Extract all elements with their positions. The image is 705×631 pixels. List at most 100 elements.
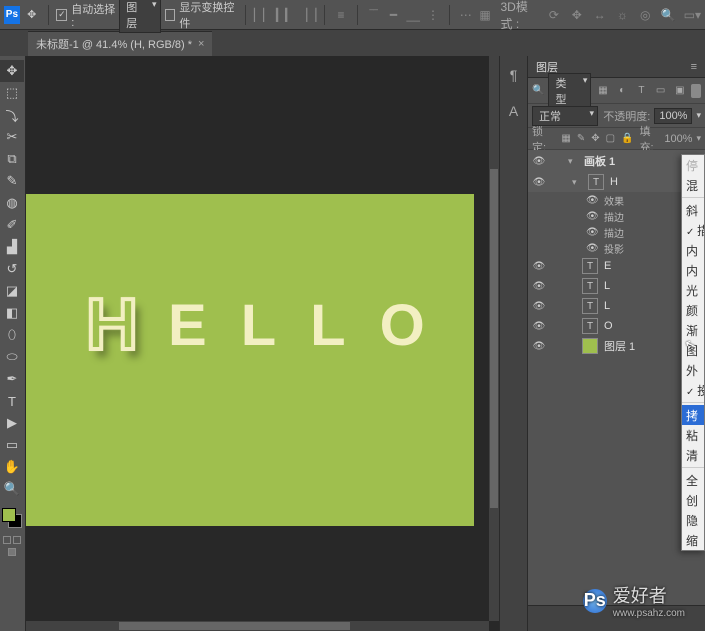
layer-l1[interactable]: 👁 T L	[528, 276, 705, 296]
letter-o[interactable]: O	[380, 292, 429, 359]
blur-tool[interactable]: ⬯	[0, 324, 24, 346]
ctx-item[interactable]: 拷	[682, 405, 704, 425]
eyedropper-tool[interactable]: ✎	[0, 170, 24, 192]
camera-icon[interactable]: ◎	[638, 6, 653, 24]
ctx-item[interactable]: 清	[682, 445, 704, 465]
quick-select-tool[interactable]: ✂	[0, 126, 24, 148]
ctx-item[interactable]: 内	[682, 260, 704, 280]
screen-mode[interactable]	[0, 548, 24, 556]
lock-all-icon[interactable]: 🔒	[621, 133, 633, 144]
ctx-item[interactable]: 斜	[682, 200, 704, 220]
filter-pixel-icon[interactable]: ▦	[595, 83, 610, 99]
letter-l1[interactable]: L	[241, 292, 280, 359]
visibility-icon[interactable]: 👁	[532, 301, 546, 312]
scrollbar-vertical[interactable]	[489, 56, 499, 621]
visibility-icon[interactable]: 👁	[532, 156, 546, 167]
visibility-icon[interactable]: 👁	[532, 341, 546, 352]
orbit-icon[interactable]: ⟳	[546, 6, 561, 24]
ctx-item[interactable]: 缩	[682, 530, 704, 550]
brush-tool[interactable]: ✐	[0, 214, 24, 236]
ctx-item[interactable]: 投	[682, 380, 704, 400]
panel-menu-icon[interactable]: ≡	[691, 61, 697, 73]
fg-color-swatch[interactable]	[2, 508, 16, 522]
filter-type-icon[interactable]: T	[634, 83, 649, 99]
align-top-icon[interactable]: ‾‾	[366, 6, 382, 24]
filter-adjust-icon[interactable]: ◐	[615, 83, 630, 99]
ctx-item[interactable]: 描	[682, 220, 704, 240]
ctx-item[interactable]: 全	[682, 470, 704, 490]
paragraph-panel-icon[interactable]: ¶	[505, 66, 523, 84]
opacity-value[interactable]: 100%	[654, 108, 692, 124]
letter-e[interactable]: E	[168, 292, 211, 359]
filter-toggle[interactable]	[691, 84, 701, 98]
ctx-item[interactable]: 创	[682, 490, 704, 510]
ctx-item[interactable]: 内	[682, 240, 704, 260]
layer-e[interactable]: 👁 T E	[528, 256, 705, 276]
more-icon[interactable]: ⋯	[458, 6, 474, 24]
eraser-tool[interactable]: ◪	[0, 280, 24, 302]
light-icon[interactable]: ☼	[615, 6, 630, 24]
pen-tool[interactable]: ✒	[0, 368, 24, 390]
layer-o[interactable]: 👁 T O	[528, 316, 705, 336]
color-swatches[interactable]	[0, 506, 25, 532]
lock-artboard-icon[interactable]: ▢	[606, 133, 615, 144]
align-vcenter-icon[interactable]: ━	[386, 6, 402, 24]
zoom-tool[interactable]: 🔍	[0, 478, 24, 500]
align-hcenter-icon[interactable]: ▎▎	[276, 6, 294, 24]
artboard-layer[interactable]: 👁 ▾ 画板 1	[528, 150, 705, 172]
fill-value[interactable]: 100%	[664, 133, 692, 145]
ctx-item[interactable]: 光	[682, 280, 704, 300]
filter-shape-icon[interactable]: ▭	[653, 83, 668, 99]
filter-smart-icon[interactable]: ▣	[672, 83, 687, 99]
visibility-icon[interactable]: 👁	[532, 321, 546, 332]
align-right-icon[interactable]: ▕▕	[298, 6, 316, 24]
ctx-item[interactable]: 外	[682, 360, 704, 380]
visibility-icon[interactable]: 👁	[532, 281, 546, 292]
mask-mode[interactable]	[0, 536, 24, 544]
ctx-item[interactable]: 颜	[682, 300, 704, 320]
gradient-tool[interactable]: ◧	[0, 302, 24, 324]
align-bottom-icon[interactable]: __	[405, 6, 421, 24]
ctx-item[interactable]: 渐	[682, 320, 704, 340]
auto-select-checkbox[interactable]: ✓	[56, 9, 67, 21]
hand-tool[interactable]: ✋	[0, 456, 24, 478]
dist-v-icon[interactable]: ⋮	[425, 6, 441, 24]
artboard[interactable]: H E L L O	[26, 194, 474, 526]
letter-h[interactable]: H	[86, 284, 138, 366]
move-tool-icon[interactable]: ✥	[24, 6, 40, 24]
letter-l2[interactable]: L	[310, 292, 349, 359]
visibility-icon[interactable]: 👁	[532, 261, 546, 272]
crop-tool[interactable]: ⧉	[0, 148, 24, 170]
layer-h[interactable]: 👁 ▾ T H fx ▾	[528, 172, 705, 192]
marquee-tool[interactable]: ⬚	[0, 82, 24, 104]
slide-icon[interactable]: ↔	[592, 6, 607, 24]
move-tool[interactable]: ✥	[0, 60, 24, 82]
shape-tool[interactable]: ▭	[0, 434, 24, 456]
lock-pos-icon[interactable]: ✥	[591, 133, 599, 144]
filter-type-dropdown[interactable]: 类型	[548, 73, 591, 109]
blend-mode-dropdown[interactable]: 正常	[532, 106, 598, 126]
pan-icon[interactable]: ✥	[569, 6, 584, 24]
dist-h-icon[interactable]: ≡	[333, 6, 349, 24]
lock-paint-icon[interactable]: ✎	[577, 133, 585, 144]
auto-select-dropdown[interactable]: 图层	[119, 0, 160, 33]
workspace-icon[interactable]: ▭▾	[684, 6, 701, 24]
ctx-item[interactable]: 隐	[682, 510, 704, 530]
shadow-effect[interactable]: 👁投影	[528, 240, 705, 256]
scrollbar-horizontal[interactable]	[26, 621, 489, 631]
ctx-item[interactable]: 粘	[682, 425, 704, 445]
layer-bg[interactable]: 👁 图层 1	[528, 336, 705, 356]
layer-style-context-menu[interactable]: 停混斜描内内光颜渐图外投拷粘清全创隐缩	[681, 154, 705, 551]
stroke-effect-1[interactable]: 👁描边	[528, 208, 705, 224]
search-icon[interactable]: 🔍	[661, 6, 676, 24]
character-panel-icon[interactable]: A	[505, 102, 523, 120]
lasso-tool[interactable]: ⤵	[0, 104, 24, 126]
type-tool[interactable]: T	[0, 390, 24, 412]
visibility-icon[interactable]: 👁	[532, 177, 546, 188]
cube-icon[interactable]: ▦	[478, 6, 493, 24]
stroke-effect-2[interactable]: 👁描边	[528, 224, 705, 240]
path-select-tool[interactable]: ▶	[0, 412, 24, 434]
lock-trans-icon[interactable]: ▦	[561, 133, 570, 144]
effects-row[interactable]: 👁效果	[528, 192, 705, 208]
show-transform-checkbox[interactable]	[165, 9, 176, 21]
